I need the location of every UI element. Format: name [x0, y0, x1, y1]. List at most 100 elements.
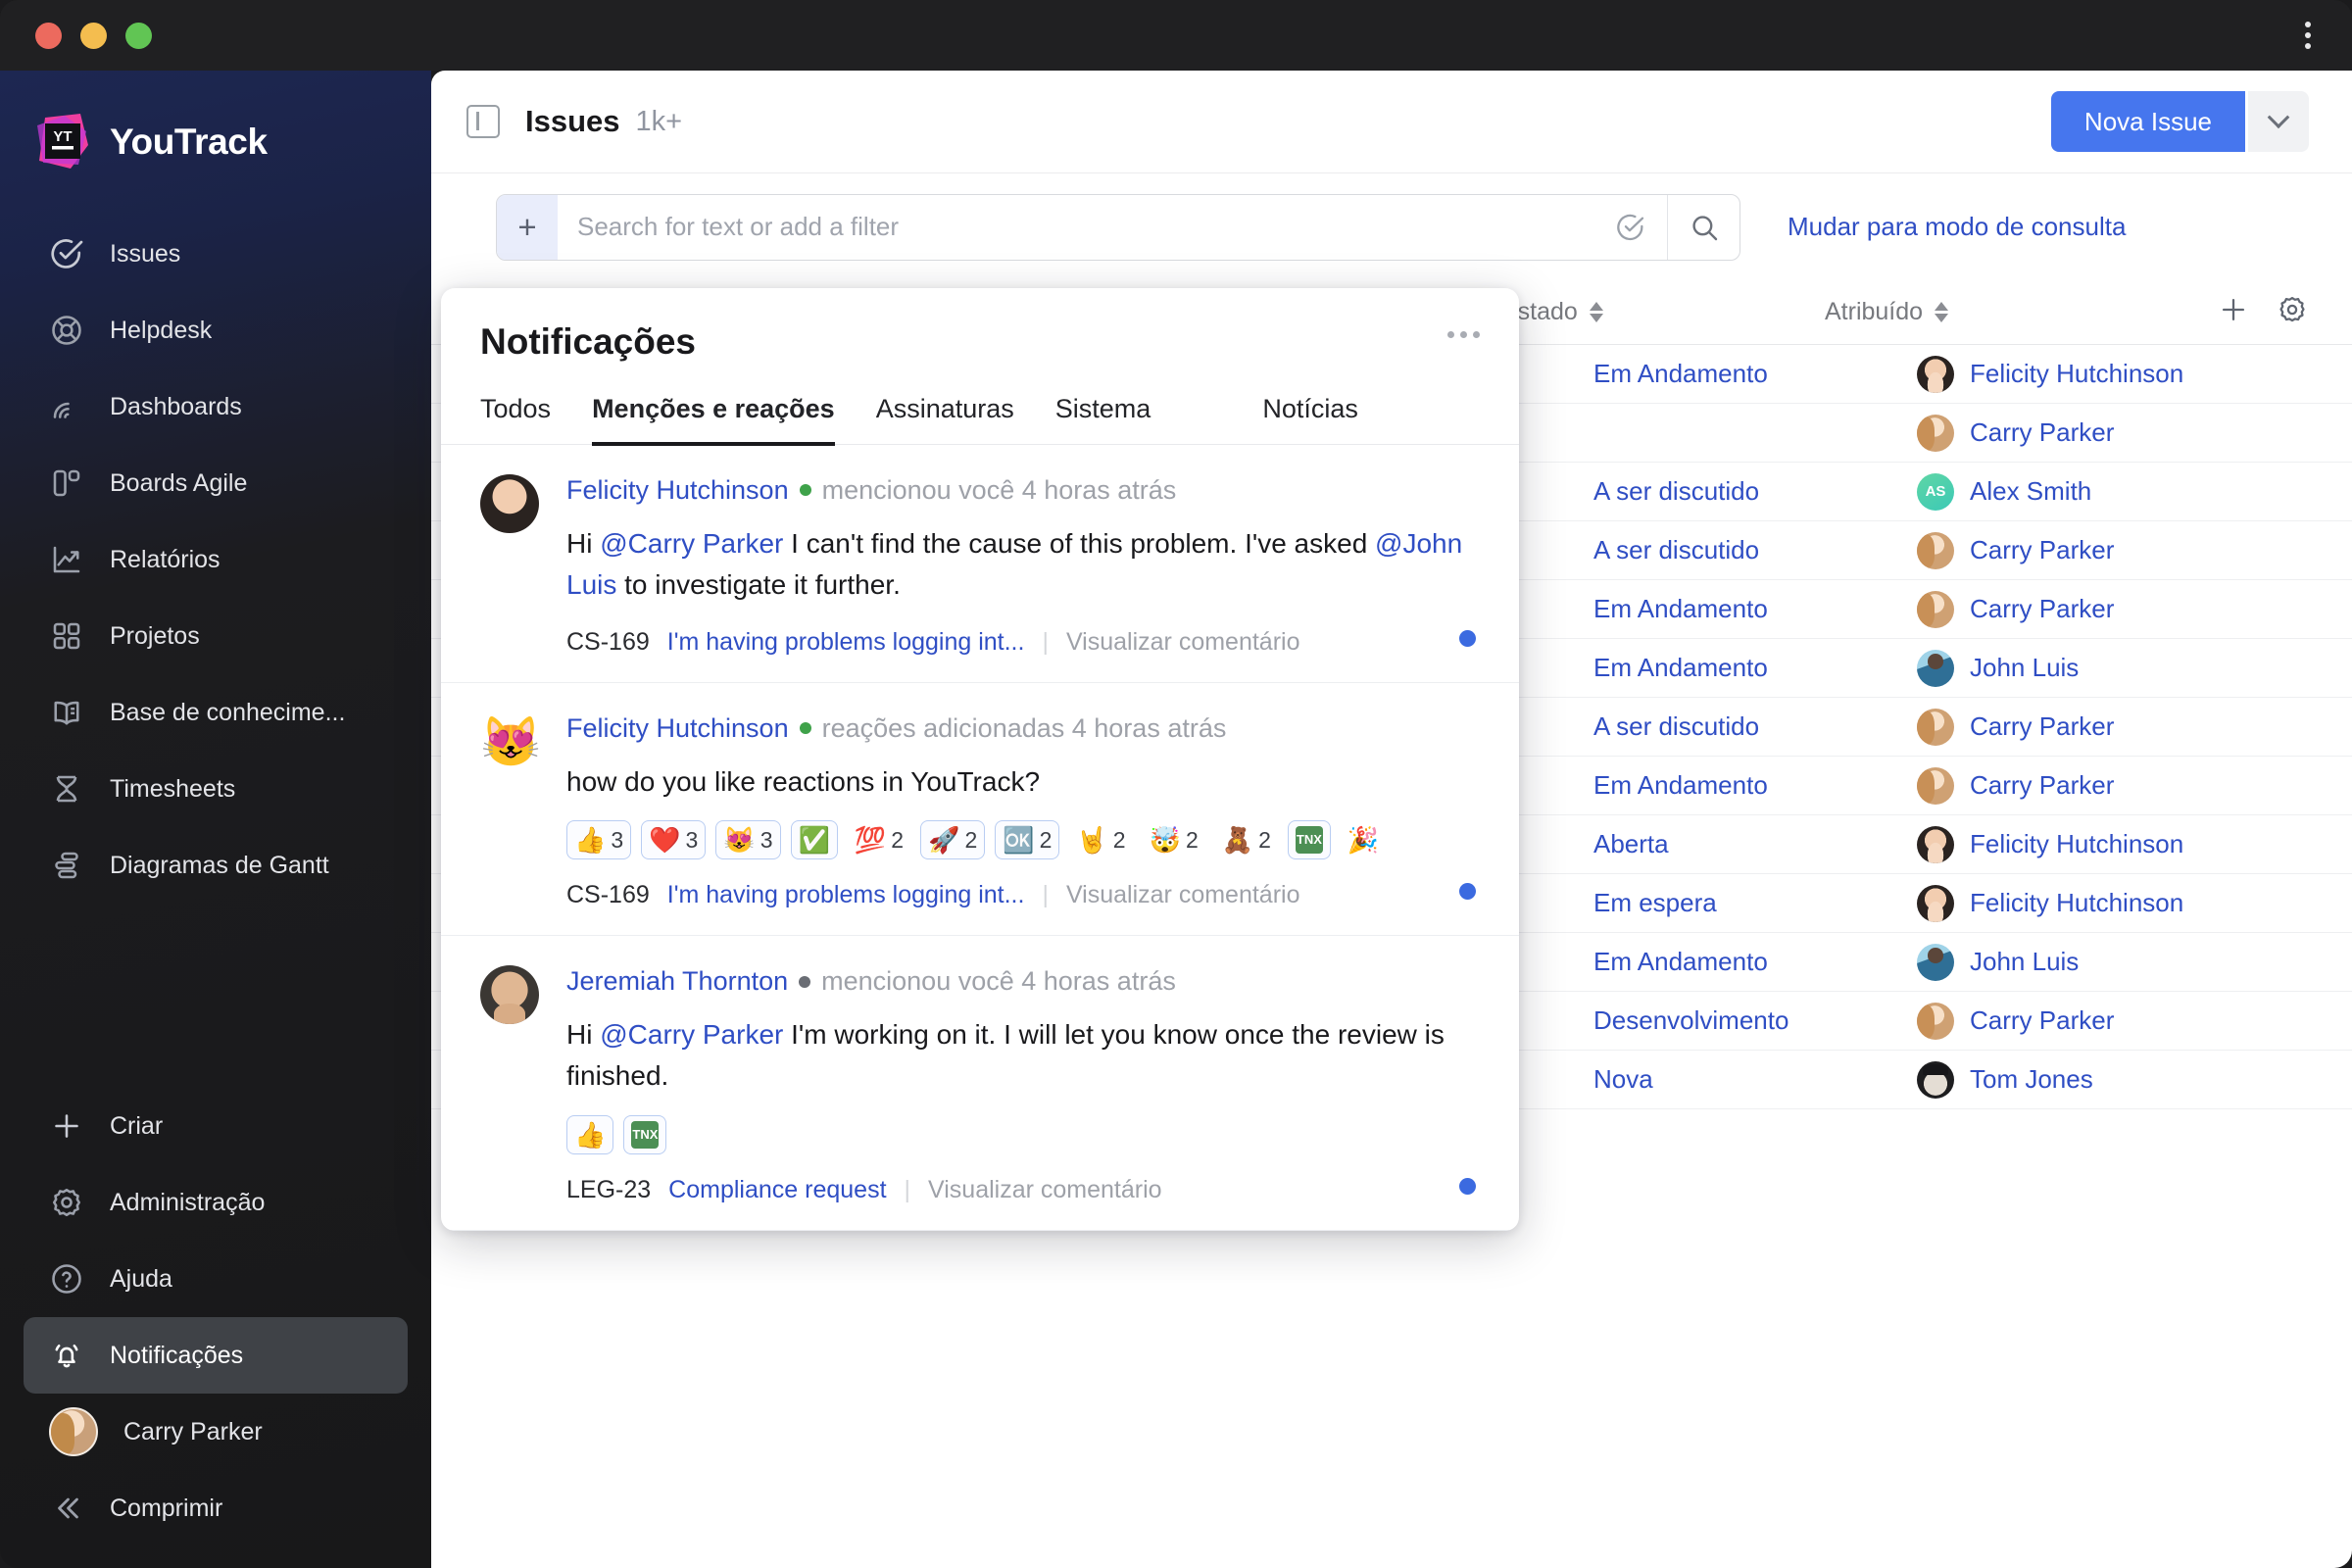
tab-not-cias[interactable]: Notícias: [1262, 394, 1358, 446]
sidebar-item-helpdesk[interactable]: Helpdesk: [24, 292, 408, 368]
reaction-chip[interactable]: 💯 2: [848, 820, 910, 859]
reaction-chip[interactable]: ❤️ 3: [641, 820, 707, 860]
column-header-state[interactable]: Estado: [1501, 298, 1825, 326]
issue-state[interactable]: Aberta: [1593, 829, 1917, 859]
sidebar-item-issues[interactable]: Issues: [24, 216, 408, 292]
issue-assignee[interactable]: John Luis: [1917, 649, 2309, 687]
view-comment-link[interactable]: Visualizar comentário: [1066, 881, 1300, 909]
view-comment-link[interactable]: Visualizar comentário: [1066, 628, 1300, 657]
sidebar-item-relatorios[interactable]: Relatórios: [24, 521, 408, 598]
issue-state[interactable]: Em Andamento: [1593, 770, 1917, 801]
issue-assignee[interactable]: Felicity Hutchinson: [1917, 884, 2309, 922]
unread-indicator[interactable]: [1459, 1177, 1476, 1195]
issue-state[interactable]: Desenvolvimento: [1593, 1005, 1917, 1036]
sidebar-item-diagramas-de-gantt[interactable]: Diagramas de Gantt: [24, 827, 408, 904]
sidebar-nav: Issues Helpdesk Dashboards Boards Agile: [0, 198, 431, 904]
issue-assignee[interactable]: AS Alex Smith: [1917, 472, 2309, 511]
sidebar-item-notificacoes[interactable]: Notificações: [24, 1317, 408, 1394]
zoom-window-button[interactable]: [125, 22, 152, 49]
issue-state[interactable]: Em Andamento: [1593, 653, 1917, 683]
new-issue-button-group: Nova Issue: [2050, 91, 2309, 152]
search-input[interactable]: [558, 194, 1594, 260]
issue-assignee[interactable]: Felicity Hutchinson: [1917, 355, 2309, 393]
add-column-button[interactable]: [2217, 293, 2250, 331]
notification-item[interactable]: Felicity Hutchinson mencionou você 4 hora…: [441, 445, 1519, 683]
ellipsis-icon[interactable]: [1447, 331, 1480, 338]
issue-assignee[interactable]: Carry Parker: [1917, 414, 2309, 452]
mention-link[interactable]: @Carry Parker: [600, 1019, 783, 1050]
sidebar-item-timesheets[interactable]: Timesheets: [24, 751, 408, 827]
panel-toggle-icon[interactable]: [466, 105, 500, 138]
reaction-chip[interactable]: 😻 3: [715, 820, 781, 860]
issue-assignee[interactable]: Carry Parker: [1917, 708, 2309, 746]
issue-state[interactable]: Em Andamento: [1593, 947, 1917, 977]
reaction-chip[interactable]: 👍 3: [566, 820, 632, 860]
message-text: I can't find the cause of this problem. …: [783, 527, 1376, 559]
sidebar-item-boards-agile[interactable]: Boards Agile: [24, 445, 408, 521]
issue-state[interactable]: A ser discutido: [1593, 711, 1917, 742]
close-window-button[interactable]: [35, 22, 62, 49]
switch-query-mode-link[interactable]: Mudar para modo de consulta: [1788, 212, 2126, 242]
issue-id[interactable]: LEG-23: [566, 1176, 651, 1204]
reaction-chip[interactable]: 🤘 2: [1069, 820, 1132, 859]
issue-id[interactable]: CS-169: [566, 628, 650, 657]
tab-todos[interactable]: Todos: [480, 394, 551, 446]
tab-men-es-e-rea-es[interactable]: Menções e reações: [592, 394, 835, 446]
issue-link[interactable]: I'm having problems logging int...: [667, 881, 1025, 909]
issue-link[interactable]: I'm having problems logging int...: [667, 628, 1025, 657]
reaction-chip[interactable]: TNX: [1287, 820, 1331, 860]
check-circle-icon: [49, 236, 84, 271]
search-icon[interactable]: [1667, 194, 1740, 260]
issue-state[interactable]: Em espera: [1593, 888, 1917, 918]
sidebar-item-criar[interactable]: Criar: [24, 1088, 408, 1164]
reaction-chip[interactable]: 👍: [566, 1114, 614, 1154]
mention-link[interactable]: @Carry Parker: [600, 528, 783, 559]
new-issue-dropdown-button[interactable]: [2248, 91, 2309, 152]
sidebar-collapse-button[interactable]: Comprimir: [24, 1470, 408, 1546]
kebab-menu-icon[interactable]: [2305, 22, 2311, 49]
issue-state[interactable]: A ser discutido: [1593, 535, 1917, 565]
reaction-chip[interactable]: ✅: [790, 820, 838, 860]
reaction-chip[interactable]: 🤯 2: [1143, 820, 1205, 859]
issue-state[interactable]: Em Andamento: [1593, 359, 1917, 389]
issue-assignee[interactable]: Carry Parker: [1917, 590, 2309, 628]
reaction-chip[interactable]: 🎉: [1341, 820, 1386, 859]
sidebar-item-dashboards[interactable]: Dashboards: [24, 368, 408, 445]
sidebar-item-projetos[interactable]: Projetos: [24, 598, 408, 674]
issue-assignee[interactable]: Carry Parker: [1917, 531, 2309, 569]
issue-assignee[interactable]: John Luis: [1917, 943, 2309, 981]
issue-state[interactable]: Nova: [1593, 1064, 1917, 1095]
notification-item[interactable]: Jeremiah Thornton mencionou você 4 horas …: [441, 936, 1519, 1231]
issue-assignee[interactable]: Tom Jones: [1917, 1060, 2309, 1099]
unread-indicator[interactable]: [1459, 629, 1476, 647]
tab-sistema[interactable]: Sistema: [1055, 394, 1152, 446]
add-filter-button[interactable]: +: [497, 194, 558, 260]
issue-state[interactable]: Em Andamento: [1593, 594, 1917, 624]
sidebar-item-base-de-conhecimento[interactable]: Base de conhecime...: [24, 674, 408, 751]
issue-assignee[interactable]: Felicity Hutchinson: [1917, 825, 2309, 863]
reaction-chip[interactable]: TNX: [623, 1114, 667, 1154]
view-comment-link[interactable]: Visualizar comentário: [928, 1176, 1162, 1204]
notification-user[interactable]: Felicity Hutchinson: [566, 713, 789, 743]
issue-assignee[interactable]: Carry Parker: [1917, 766, 2309, 805]
sidebar-item-user-profile[interactable]: Carry Parker: [24, 1394, 408, 1470]
sidebar-item-ajuda[interactable]: Ajuda: [24, 1241, 408, 1317]
issue-link[interactable]: Compliance request: [668, 1176, 886, 1204]
check-badge-icon[interactable]: [1594, 195, 1667, 260]
issue-assignee[interactable]: Carry Parker: [1917, 1002, 2309, 1040]
table-settings-button[interactable]: [2276, 293, 2309, 331]
column-header-assignee[interactable]: Atribuído: [1825, 298, 2217, 326]
unread-indicator[interactable]: [1459, 883, 1476, 901]
minimize-window-button[interactable]: [80, 22, 107, 49]
notification-user[interactable]: Felicity Hutchinson: [566, 475, 789, 505]
notification-user[interactable]: Jeremiah Thornton: [566, 966, 788, 996]
issue-id[interactable]: CS-169: [566, 881, 650, 909]
reaction-chip[interactable]: 🧸 2: [1215, 820, 1278, 859]
sidebar-item-administracao[interactable]: Administração: [24, 1164, 408, 1241]
tab-assinaturas[interactable]: Assinaturas: [876, 394, 1014, 446]
issue-state[interactable]: A ser discutido: [1593, 476, 1917, 507]
new-issue-button[interactable]: Nova Issue: [2050, 91, 2245, 152]
reaction-chip[interactable]: 🚀 2: [920, 820, 986, 860]
reaction-chip[interactable]: 🆗 2: [995, 820, 1060, 860]
notification-item[interactable]: 😻 Felicity Hutchinson reações adicionadas …: [441, 683, 1519, 937]
